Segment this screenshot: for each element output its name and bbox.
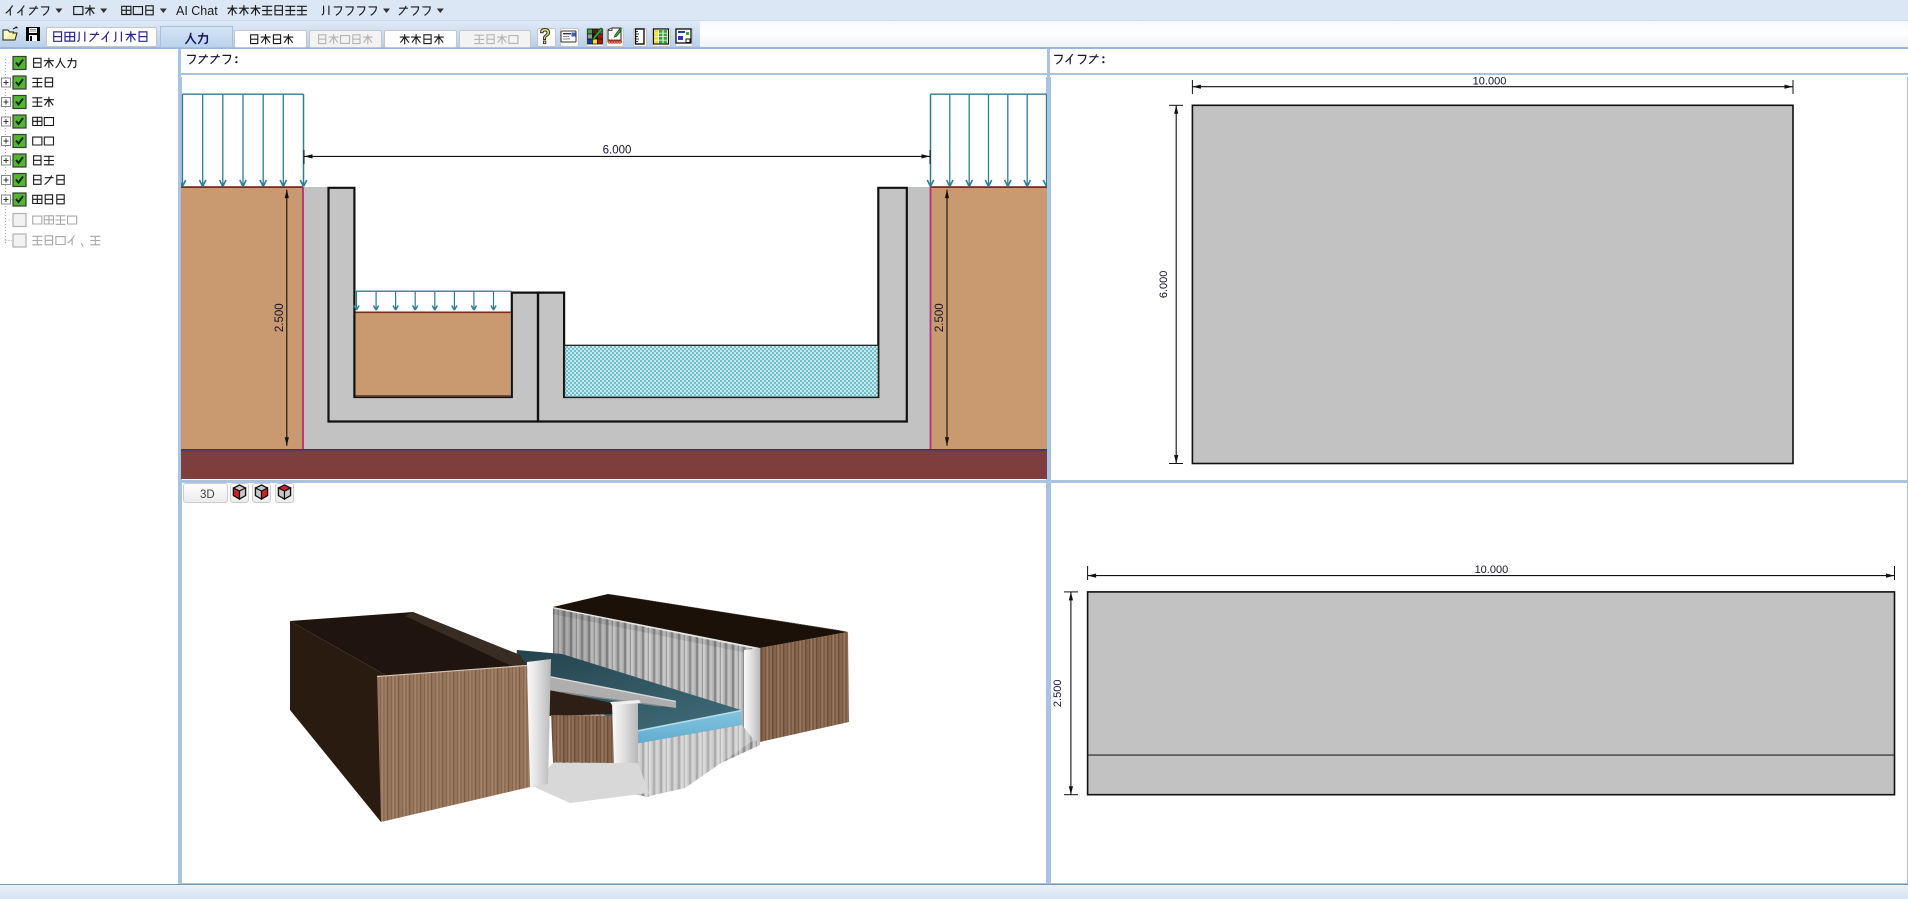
svg-text:AI Chat: AI Chat	[176, 4, 218, 18]
svg-text:2.500: 2.500	[1052, 680, 1064, 708]
svg-text:6.000: 6.000	[1158, 271, 1170, 299]
svg-text:2.500: 2.500	[274, 303, 286, 332]
svg-text:2.500: 2.500	[934, 303, 946, 332]
svg-text:10.000: 10.000	[1475, 564, 1509, 576]
svg-text:10.000: 10.000	[1473, 77, 1507, 88]
svg-text:3D: 3D	[200, 489, 215, 501]
svg-text:6.000: 6.000	[603, 144, 632, 156]
